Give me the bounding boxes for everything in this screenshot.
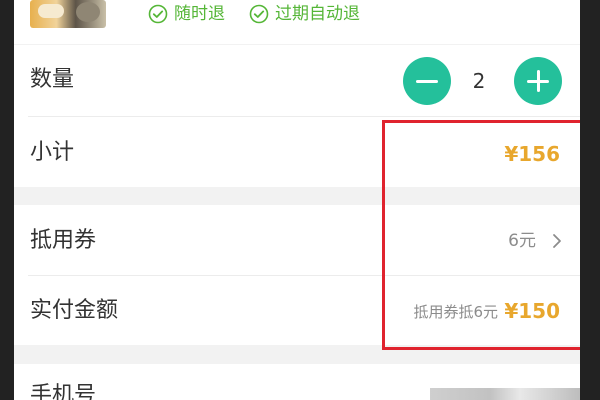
chevron-right-icon bbox=[553, 234, 561, 248]
paid-amount-value: ¥150 bbox=[504, 299, 560, 323]
divider bbox=[28, 275, 580, 276]
paid-amount-label: 实付金额 bbox=[30, 298, 119, 323]
product-row: 随时退 过期自动退 bbox=[14, 0, 580, 44]
increment-button[interactable] bbox=[514, 57, 562, 105]
coupon-label: 抵用券 bbox=[30, 228, 97, 253]
auto-refund-label: 过期自动退 bbox=[275, 4, 360, 24]
subtotal-value: ¥156 bbox=[504, 142, 560, 166]
phone-label: 手机号 bbox=[30, 383, 97, 400]
quantity-subtotal-group: 数量 2 小计 ¥156 bbox=[14, 45, 580, 187]
coupon-row[interactable]: 抵用券 bbox=[14, 205, 580, 275]
quantity-label: 数量 bbox=[30, 67, 75, 92]
minus-icon bbox=[416, 79, 438, 83]
coupon-value: 6元 bbox=[508, 231, 536, 251]
quantity-value: 2 bbox=[472, 69, 486, 93]
check-circle-icon bbox=[148, 4, 168, 24]
refund-anytime-badge: 随时退 bbox=[148, 3, 225, 25]
check-circle-icon bbox=[249, 4, 269, 24]
order-screen: 随时退 过期自动退 数量 2 小计 ¥156 抵用券 6元 实付金额 抵用券抵6… bbox=[14, 0, 580, 400]
refund-anytime-label: 随时退 bbox=[174, 4, 225, 24]
decrement-button[interactable] bbox=[403, 57, 451, 105]
phone-input[interactable] bbox=[430, 388, 580, 400]
coupon-deduction-note: 抵用券抵6元 bbox=[413, 303, 498, 321]
auto-refund-badge: 过期自动退 bbox=[249, 3, 360, 25]
subtotal-label: 小计 bbox=[30, 140, 75, 165]
product-thumbnail bbox=[30, 0, 106, 28]
divider bbox=[28, 116, 580, 117]
